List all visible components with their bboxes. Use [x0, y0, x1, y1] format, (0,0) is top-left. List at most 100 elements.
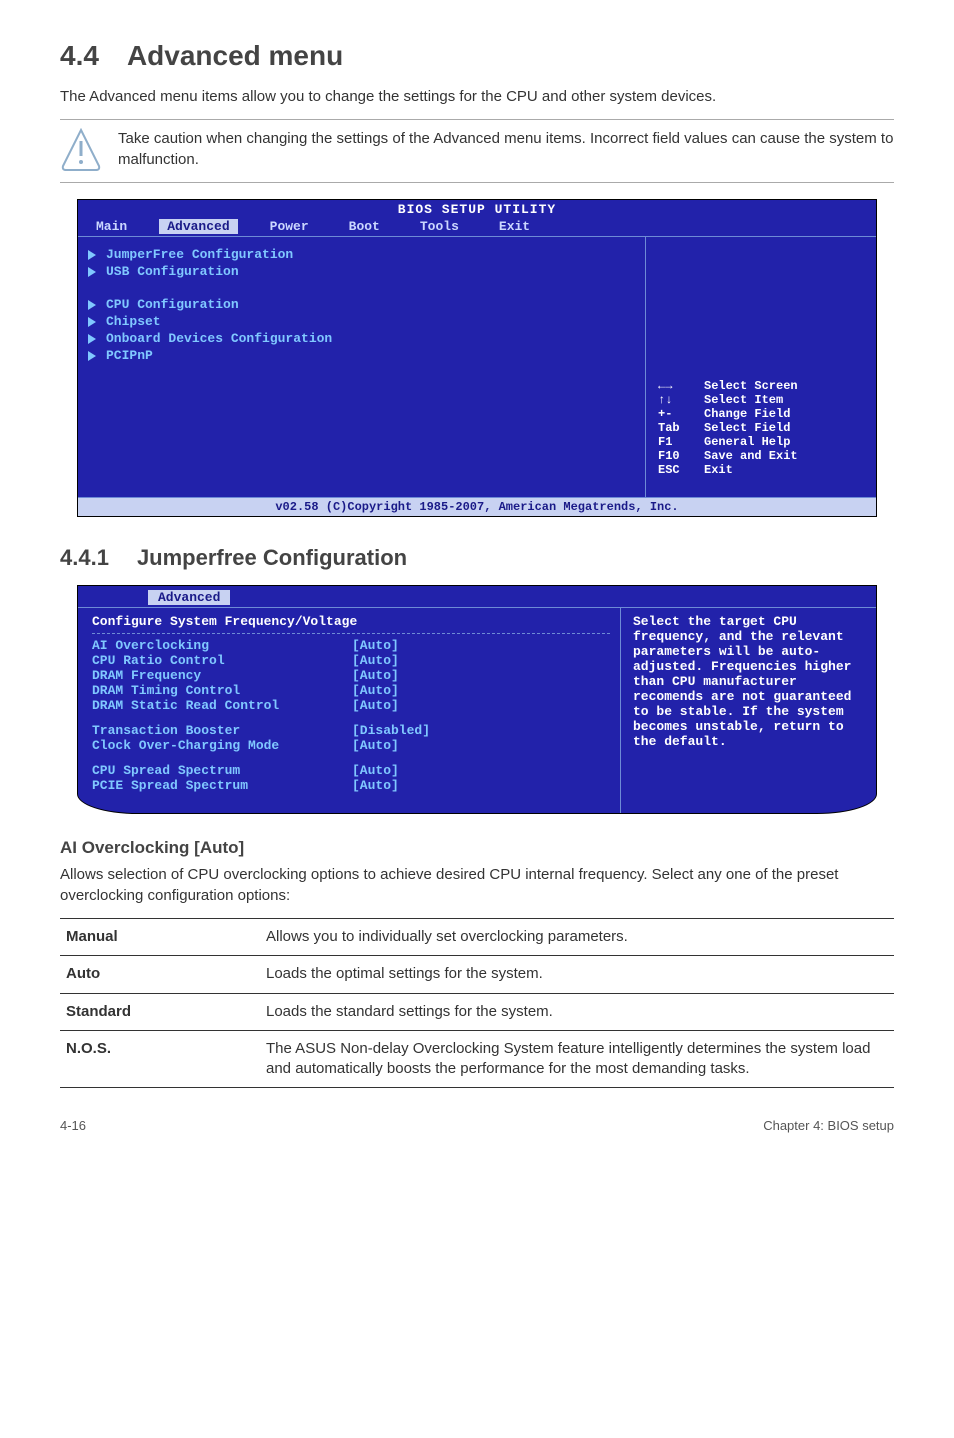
- config-value: [Auto]: [352, 638, 399, 653]
- field-description: Allows selection of CPU overclocking opt…: [60, 864, 894, 906]
- config-value: [Auto]: [352, 653, 399, 668]
- option-key: Manual: [60, 919, 260, 956]
- config-header: Configure System Frequency/Voltage: [92, 614, 610, 634]
- config-value: [Auto]: [352, 668, 399, 683]
- option-desc: Loads the optimal settings for the syste…: [260, 956, 894, 993]
- config-label: AI Overclocking: [92, 638, 352, 653]
- config-row[interactable]: CPU Ratio Control[Auto]: [92, 653, 610, 668]
- config-row[interactable]: DRAM Timing Control[Auto]: [92, 683, 610, 698]
- field-title: AI Overclocking [Auto]: [60, 838, 894, 858]
- config-label: PCIE Spread Spectrum: [92, 778, 352, 793]
- table-row: ManualAllows you to individually set ove…: [60, 919, 894, 956]
- triangle-icon: [88, 300, 96, 310]
- menu-label: Chipset: [106, 314, 161, 329]
- bios-title: BIOS SETUP UTILITY: [78, 200, 876, 219]
- option-key: N.O.S.: [60, 1030, 260, 1088]
- bios2-help-panel: Select the target CPU frequency, and the…: [621, 608, 876, 813]
- menu-label: CPU Configuration: [106, 297, 239, 312]
- menu-label: PCIPnP: [106, 348, 153, 363]
- triangle-icon: [88, 351, 96, 361]
- caution-note: Take caution when changing the settings …: [60, 119, 894, 183]
- config-value: [Auto]: [352, 738, 399, 753]
- tab-power[interactable]: Power: [262, 219, 317, 234]
- triangle-icon: [88, 334, 96, 344]
- config-row[interactable]: AI Overclocking[Auto]: [92, 638, 610, 653]
- config-row[interactable]: Clock Over-Charging Mode[Auto]: [92, 738, 610, 753]
- option-desc: The ASUS Non-delay Overclocking System f…: [260, 1030, 894, 1088]
- help-key: +-: [658, 407, 692, 421]
- arrows-lr-icon: ←→: [658, 379, 692, 393]
- help-description: Select the target CPU frequency, and the…: [633, 614, 866, 749]
- bios-settings-screen: Advanced Configure System Frequency/Volt…: [77, 585, 877, 814]
- menu-item[interactable]: PCIPnP: [88, 348, 635, 363]
- config-value: [Auto]: [352, 698, 399, 713]
- tab-tools[interactable]: Tools: [412, 219, 467, 234]
- triangle-icon: [88, 317, 96, 327]
- help-text: Exit: [704, 463, 733, 477]
- config-row[interactable]: DRAM Static Read Control[Auto]: [92, 698, 610, 713]
- subsection-heading: Jumperfree Configuration: [137, 545, 407, 570]
- arrows-ud-icon: ↑↓: [658, 393, 692, 407]
- tab-advanced[interactable]: Advanced: [159, 219, 237, 234]
- table-row: N.O.S.The ASUS Non-delay Overclocking Sy…: [60, 1030, 894, 1088]
- menu-label: JumperFree Configuration: [106, 247, 293, 262]
- menu-label: USB Configuration: [106, 264, 239, 279]
- bios-footer: v02.58 (C)Copyright 1985-2007, American …: [78, 497, 876, 516]
- option-desc: Allows you to individually set overclock…: [260, 919, 894, 956]
- config-row[interactable]: PCIE Spread Spectrum[Auto]: [92, 778, 610, 793]
- help-text: Select Item: [704, 393, 783, 407]
- section-number: 4.4: [60, 40, 99, 71]
- subsection-number: 4.4.1: [60, 545, 109, 570]
- config-value: [Auto]: [352, 763, 399, 778]
- intro-text: The Advanced menu items allow you to cha…: [60, 86, 894, 107]
- bios-help-panel: ←→ Select Screen ↑↓ Select Item +- Change F…: [646, 237, 876, 497]
- config-row[interactable]: Transaction Booster[Disabled]: [92, 723, 610, 738]
- config-label: CPU Ratio Control: [92, 653, 352, 668]
- bios-tabs: Main Advanced Power Boot Tools Exit: [78, 219, 876, 237]
- tab-boot[interactable]: Boot: [341, 219, 388, 234]
- help-text: Select Screen: [704, 379, 798, 393]
- help-key: ESC: [658, 463, 692, 477]
- config-value: [Auto]: [352, 683, 399, 698]
- config-value: [Auto]: [352, 778, 399, 793]
- config-label: Clock Over-Charging Mode: [92, 738, 352, 753]
- config-label: CPU Spread Spectrum: [92, 763, 352, 778]
- subsection-title: 4.4.1 Jumperfree Configuration: [60, 545, 894, 571]
- help-key: F1: [658, 435, 692, 449]
- bios2-tabs: Advanced: [78, 586, 876, 607]
- menu-item[interactable]: CPU Configuration: [88, 297, 635, 312]
- config-label: DRAM Frequency: [92, 668, 352, 683]
- option-desc: Loads the standard settings for the syst…: [260, 993, 894, 1030]
- triangle-icon: [88, 250, 96, 260]
- tab-main[interactable]: Main: [88, 219, 135, 234]
- caution-text: Take caution when changing the settings …: [118, 128, 894, 170]
- help-key: F10: [658, 449, 692, 463]
- help-text: Select Field: [704, 421, 790, 435]
- menu-label: Onboard Devices Configuration: [106, 331, 332, 346]
- table-row: StandardLoads the standard settings for …: [60, 993, 894, 1030]
- menu-item[interactable]: JumperFree Configuration: [88, 247, 635, 262]
- option-key: Standard: [60, 993, 260, 1030]
- chapter-label: Chapter 4: BIOS setup: [763, 1118, 894, 1133]
- menu-item[interactable]: Chipset: [88, 314, 635, 329]
- help-text: General Help: [704, 435, 790, 449]
- table-row: AutoLoads the optimal settings for the s…: [60, 956, 894, 993]
- tab-advanced[interactable]: Advanced: [148, 590, 230, 605]
- config-label: DRAM Static Read Control: [92, 698, 352, 713]
- help-text: Change Field: [704, 407, 790, 421]
- config-label: Transaction Booster: [92, 723, 352, 738]
- page-number: 4-16: [60, 1118, 86, 1133]
- config-row[interactable]: DRAM Frequency[Auto]: [92, 668, 610, 683]
- page-footer: 4-16 Chapter 4: BIOS setup: [60, 1118, 894, 1133]
- triangle-icon: [88, 267, 96, 277]
- menu-item[interactable]: USB Configuration: [88, 264, 635, 279]
- config-row[interactable]: CPU Spread Spectrum[Auto]: [92, 763, 610, 778]
- config-value: [Disabled]: [352, 723, 430, 738]
- options-table: ManualAllows you to individually set ove…: [60, 918, 894, 1088]
- menu-item[interactable]: Onboard Devices Configuration: [88, 331, 635, 346]
- tab-exit[interactable]: Exit: [491, 219, 538, 234]
- option-key: Auto: [60, 956, 260, 993]
- bios-screen: BIOS SETUP UTILITY Main Advanced Power B…: [77, 199, 877, 517]
- help-text: Save and Exit: [704, 449, 798, 463]
- section-heading: Advanced menu: [127, 40, 343, 71]
